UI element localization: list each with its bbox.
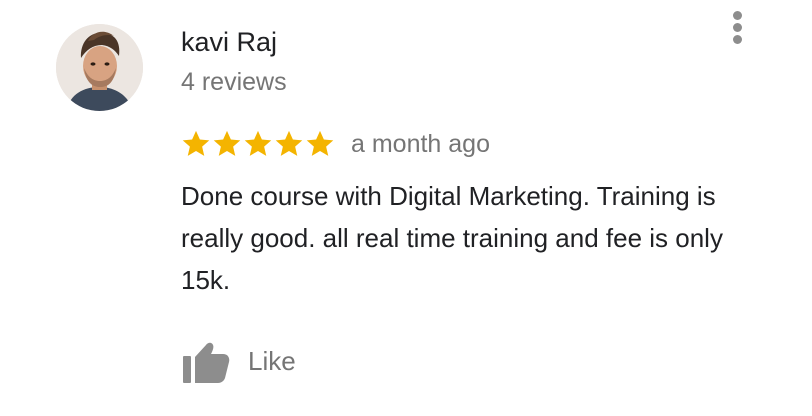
thumbs-up-icon [183,342,230,383]
avatar-photo [56,24,143,111]
review-date: a month ago [351,130,490,158]
review-count[interactable]: 4 reviews [181,64,287,100]
review-card: kavi Raj 4 reviews a month ago Done cour… [0,0,812,416]
star-icon [213,130,241,156]
star-icon [275,130,303,156]
star-icon [244,130,272,156]
like-label: Like [248,346,296,376]
more-options-button[interactable] [722,6,754,46]
like-button[interactable]: Like [180,336,296,386]
avatar[interactable] [56,24,143,111]
star-icon [182,130,210,156]
star-rating [181,129,335,159]
star-icon [306,130,334,156]
review-text: Done course with Digital Marketing. Trai… [181,181,723,295]
more-vert-icon-dot [733,23,742,32]
more-vert-icon-dot [733,35,742,44]
author-name[interactable]: kavi Raj [181,24,277,60]
more-vert-icon [733,11,742,20]
rating-row: a month ago [181,124,490,164]
